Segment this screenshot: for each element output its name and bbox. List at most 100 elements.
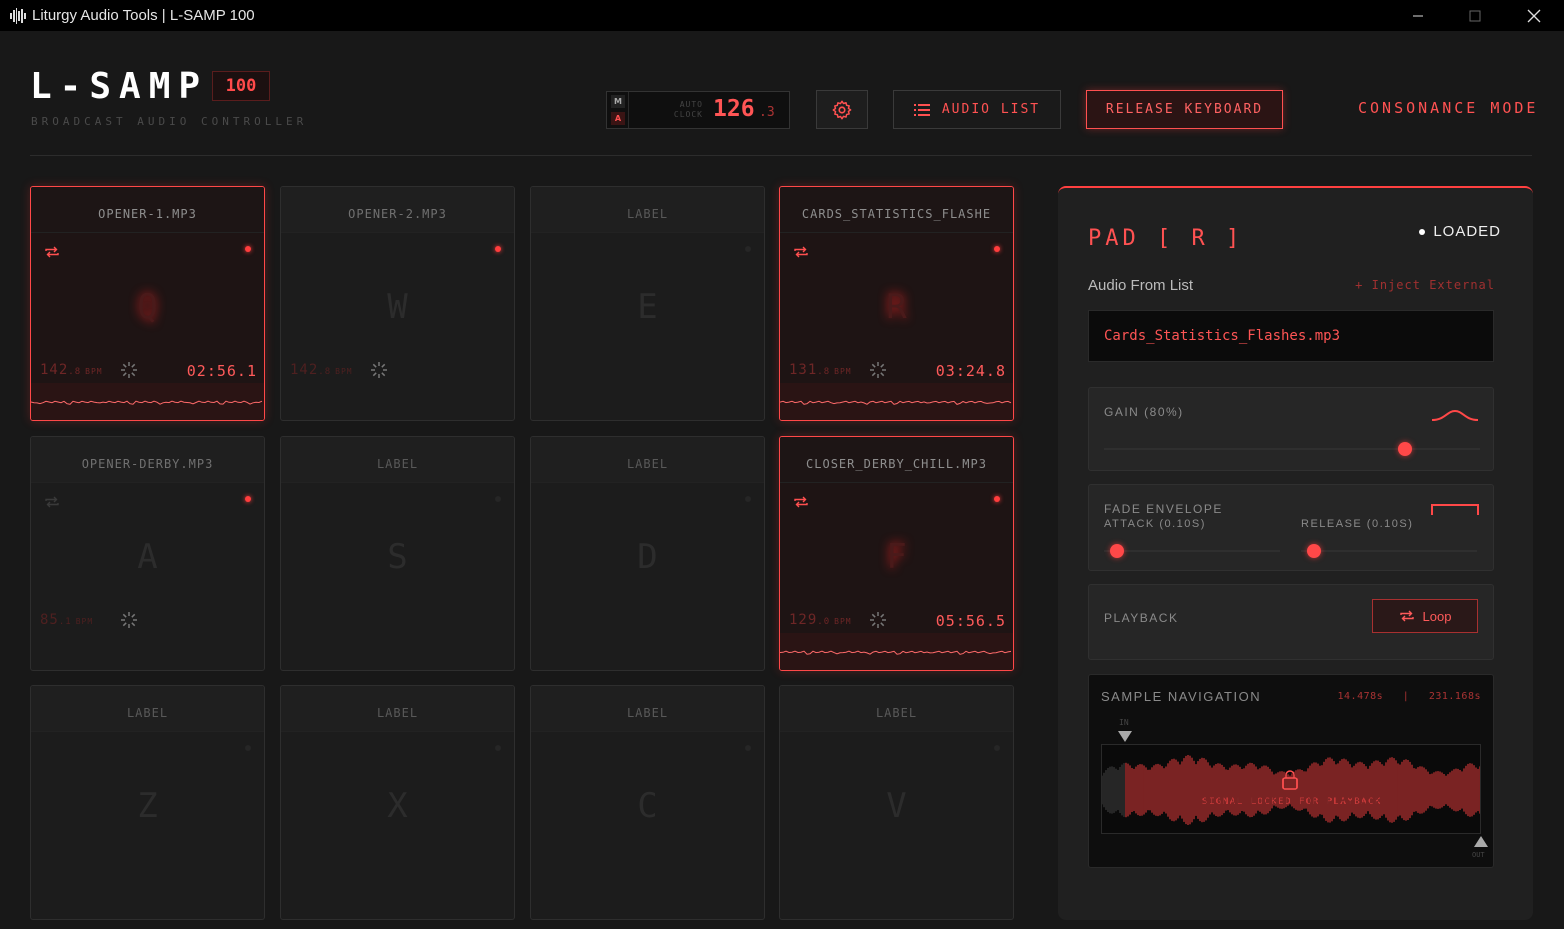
lock-icon: [1282, 770, 1298, 790]
pad-time: 03:24.8: [935, 362, 1006, 380]
pad-bpm-unit: BPM: [834, 617, 852, 626]
playback-card: PLAYBACK Loop: [1088, 584, 1494, 660]
pad-bpm-decimal: .8: [68, 367, 82, 377]
pad-r[interactable]: CARDS_STATISTICS_FLASHE R 131.8 BPM 03:24.8: [779, 186, 1014, 421]
pad-bpm-decimal: .8: [817, 367, 831, 377]
pad-d[interactable]: LABEL D: [530, 436, 765, 671]
pad-key: F: [886, 537, 907, 577]
pad-s[interactable]: LABEL S: [280, 436, 515, 671]
panel-title: PAD [ R ]: [1088, 226, 1244, 251]
pad-status-dot: [245, 745, 251, 751]
signal-locked-label: SIGNAL LOCKED FOR PLAYBACK: [1202, 797, 1382, 807]
loop-icon[interactable]: [793, 495, 809, 509]
gain-slider-knob[interactable]: [1397, 442, 1412, 456]
pad-waveform-line: [780, 650, 1012, 655]
audio-list-button[interactable]: AUDIO LIST: [893, 90, 1061, 129]
pad-e[interactable]: LABEL E: [530, 186, 765, 421]
audio-list-label: AUDIO LIST: [941, 102, 1041, 117]
pad-settings-panel: PAD [ R ] LOADED Audio From List + Injec…: [1058, 186, 1533, 920]
attack-slider-knob[interactable]: [1110, 544, 1124, 558]
release-slider-track[interactable]: [1301, 550, 1477, 552]
playback-label: PLAYBACK: [1104, 611, 1179, 625]
loop-icon[interactable]: [793, 245, 809, 259]
status-label: LOADED: [1433, 223, 1501, 240]
pad-bpm-value: 131: [789, 362, 818, 378]
pad-q[interactable]: OPENER-1.MP3 Q 142.8 BPM 02:56.1: [30, 186, 265, 421]
out-marker-handle[interactable]: [1474, 836, 1488, 847]
status-badge: LOADED: [1419, 223, 1501, 240]
in-marker-label: IN: [1119, 718, 1129, 727]
loop-icon[interactable]: [44, 495, 60, 509]
close-icon: [1527, 9, 1541, 22]
pad-label: OPENER-DERBY.MP3: [81, 457, 214, 471]
pad-x[interactable]: LABEL X: [280, 685, 515, 920]
close-button[interactable]: [1504, 0, 1564, 31]
pad-key: Q: [137, 287, 158, 327]
pad-status-dot: [994, 745, 1000, 751]
pad-status-dot: [495, 246, 501, 252]
in-time: 14.478s: [1337, 691, 1384, 702]
audio-file-field[interactable]: Cards_Statistics_Flashes.mp3: [1088, 310, 1494, 362]
pad-bpm: 129.0 BPM: [789, 612, 852, 628]
pad-label: LABEL: [376, 457, 419, 471]
loop-icon: [1399, 610, 1414, 622]
loop-button[interactable]: Loop: [1372, 599, 1478, 633]
inject-external-link[interactable]: + Inject External: [1355, 278, 1495, 292]
pad-waveform-line: [31, 400, 263, 405]
pad-bpm-unit: BPM: [75, 617, 94, 626]
attack-slider-track[interactable]: [1104, 550, 1280, 552]
out-marker-label: OUT: [1472, 851, 1485, 859]
pad-status-dot: [495, 496, 501, 502]
clock-label-line2: CLOCK: [673, 110, 703, 119]
gear-icon: [832, 100, 852, 119]
pad-key: W: [387, 287, 408, 327]
pad-a[interactable]: OPENER-DERBY.MP3 A 85.1 BPM: [30, 436, 265, 671]
pad-v[interactable]: LABEL V: [779, 685, 1014, 920]
pad-w[interactable]: OPENER-2.MP3 W 142.8 BPM: [280, 186, 515, 421]
pad-bpm: 131.8 BPM: [789, 362, 852, 378]
pad-label: LABEL: [126, 706, 169, 720]
release-keyboard-button[interactable]: RELEASE KEYBOARD: [1086, 90, 1283, 129]
pad-key: R: [886, 287, 907, 327]
fade-envelope-card: FADE ENVELOPE ATTACK (0.10S) RELEASE (0.…: [1088, 484, 1494, 571]
pad-status-dot: [245, 496, 251, 502]
pad-bpm: 85.1 BPM: [40, 612, 93, 628]
consonance-mode-toggle[interactable]: CONSONANCE MODE: [1358, 99, 1538, 117]
settings-button[interactable]: [816, 90, 868, 129]
pad-label: CLOSER_DERBY_CHILL.MP3: [806, 457, 987, 471]
gain-card: GAIN (80%): [1088, 387, 1494, 471]
pad-bpm-value: 85: [40, 612, 59, 628]
pad-status-dot: [745, 246, 751, 252]
pad-label: CARDS_STATISTICS_FLASHE: [801, 207, 992, 221]
clock-mode-switch: M A: [607, 92, 629, 128]
gain-slider-track[interactable]: [1104, 448, 1480, 450]
pad-status-dot: [994, 496, 1000, 502]
pad-status-dot: [245, 246, 251, 252]
pad-status-dot: [745, 496, 751, 502]
sample-navigation: SAMPLE NAVIGATION 14.478s | 231.168s IN …: [1088, 674, 1494, 868]
loop-icon[interactable]: [44, 245, 60, 259]
pad-f[interactable]: CLOSER_DERBY_CHILL.MP3 F 129.0 BPM 05:56.5: [779, 436, 1014, 671]
pad-bpm-decimal: .1: [58, 617, 72, 627]
pad-status-dot: [495, 745, 501, 751]
app-body: L-SAMP 100 BROADCAST AUDIO CONTROLLER M …: [0, 31, 1564, 929]
minimize-button[interactable]: [1388, 0, 1448, 31]
pad-time: 05:56.5: [935, 612, 1006, 630]
pad-label: LABEL: [626, 457, 669, 471]
list-icon: [913, 103, 930, 116]
pad-bpm-unit: BPM: [85, 367, 103, 376]
maximize-button[interactable]: [1445, 0, 1505, 31]
manual-mode-button[interactable]: M: [611, 95, 625, 108]
in-marker-handle[interactable]: [1118, 731, 1132, 742]
pad-key: A: [137, 537, 158, 577]
pad-waveform: [780, 633, 1013, 670]
version-badge: 100: [212, 71, 270, 101]
title-bar: Liturgy Audio Tools | L-SAMP 100: [0, 0, 1564, 31]
pad-status-dot: [994, 246, 1000, 252]
auto-mode-button[interactable]: A: [611, 112, 625, 125]
pad-c[interactable]: LABEL C: [530, 685, 765, 920]
pad-z[interactable]: LABEL Z: [30, 685, 265, 920]
envelope-shape-icon: [1431, 504, 1479, 515]
release-slider-knob[interactable]: [1307, 544, 1321, 558]
auto-clock: M A AUTO CLOCK 126 .3: [606, 91, 790, 129]
